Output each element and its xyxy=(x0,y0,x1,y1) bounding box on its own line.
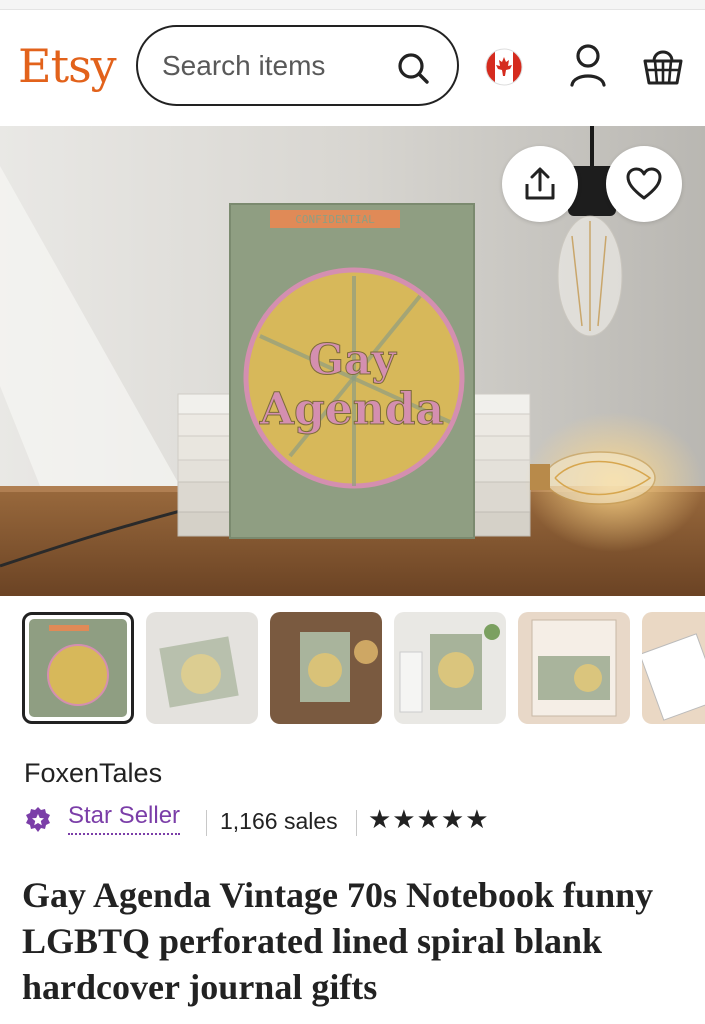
site-header: Etsy xyxy=(0,11,705,123)
book-title-line2: Agenda xyxy=(259,384,444,435)
etsy-logo[interactable]: Etsy xyxy=(18,39,117,93)
sales-count: 1,166 sales xyxy=(220,808,338,834)
canada-flag-icon[interactable] xyxy=(484,47,524,87)
share-button[interactable] xyxy=(502,146,578,222)
share-icon xyxy=(525,167,555,200)
star-seller-label[interactable]: Star Seller xyxy=(68,802,181,835)
search-bar[interactable] xyxy=(136,25,459,106)
product-main-image[interactable]: CONFIDENTIAL Gay Agenda xyxy=(0,126,705,596)
divider xyxy=(206,810,207,836)
thumbnail-6[interactable] xyxy=(642,612,705,724)
basket-icon[interactable] xyxy=(640,43,686,89)
thumbnail-5[interactable] xyxy=(518,612,630,724)
rating-stars[interactable]: ★★★★★ xyxy=(368,804,490,835)
thumbnail-2[interactable] xyxy=(146,612,258,724)
thumbnail-1[interactable] xyxy=(22,612,134,724)
favorite-button[interactable] xyxy=(606,146,682,222)
user-icon[interactable] xyxy=(566,41,610,89)
book-title-line1: Gay xyxy=(308,335,397,384)
search-icon[interactable] xyxy=(394,49,434,89)
divider xyxy=(356,810,357,836)
shop-name-link[interactable]: FoxenTales xyxy=(24,758,162,789)
listing-title: Gay Agenda Vintage 70s Notebook funny LG… xyxy=(22,875,654,1007)
book-label: CONFIDENTIAL xyxy=(295,213,375,226)
heart-icon xyxy=(626,167,662,200)
thumbnail-3[interactable] xyxy=(270,612,382,724)
thumbnail-strip[interactable] xyxy=(22,612,705,724)
thumbnail-4[interactable] xyxy=(394,612,506,724)
search-input[interactable] xyxy=(162,49,382,83)
star-badge-icon xyxy=(26,807,50,832)
seller-stats: Star Seller 1,166 sales ★★★★★ xyxy=(24,800,704,840)
browser-top-bar xyxy=(0,0,705,10)
